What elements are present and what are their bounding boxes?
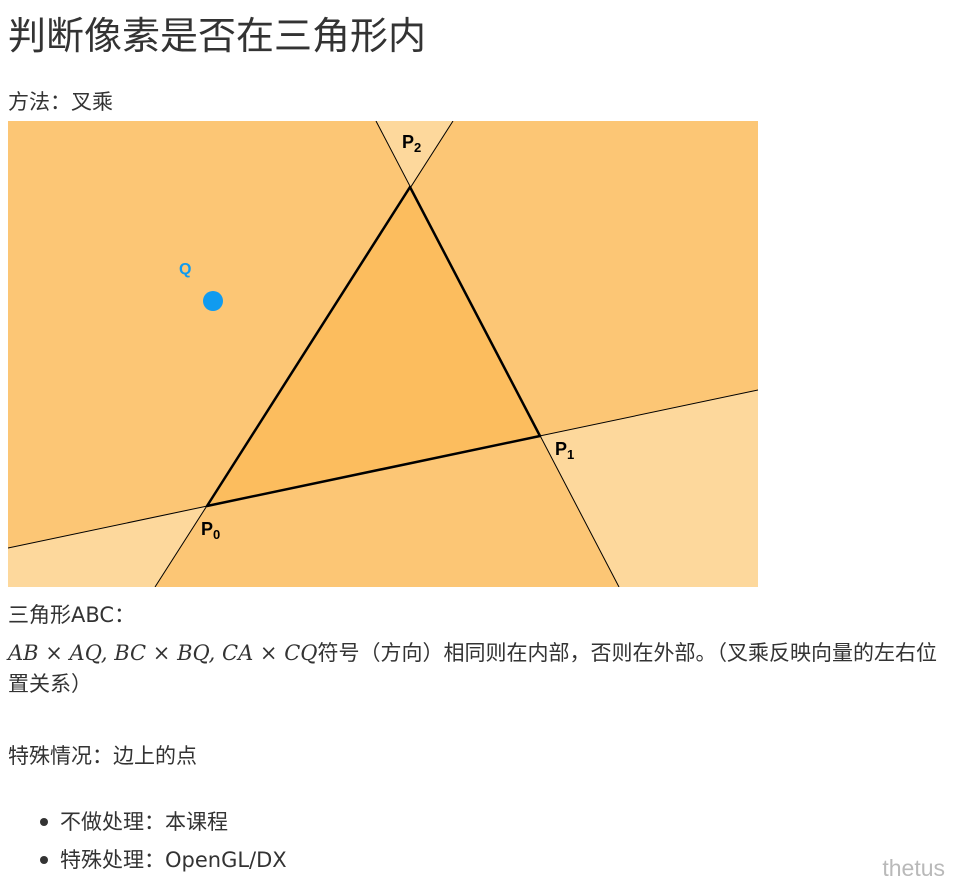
triangle-abc-label: 三角形ABC： bbox=[8, 603, 136, 627]
triangle-figure: Q P0 P1 P2 bbox=[8, 121, 758, 587]
list-item: 特殊处理：OpenGL/DX bbox=[34, 841, 287, 879]
bullet-icon bbox=[40, 818, 48, 826]
label-q: Q bbox=[179, 261, 191, 278]
cross-product-formula: AB × AQ, BC × BQ, CA × CQ符号（方向）相同则在内部，否则… bbox=[8, 638, 943, 700]
special-case-text: 特殊情况：边上的点 bbox=[8, 744, 197, 768]
formula-math: AB × AQ, BC × BQ, CA × CQ bbox=[8, 641, 318, 665]
method-text: 方法：叉乘 bbox=[8, 90, 113, 114]
list-item: 不做处理：本课程 bbox=[34, 803, 287, 841]
page-title: 判断像素是否在三角形内 bbox=[8, 14, 427, 58]
handling-list: 不做处理：本课程 特殊处理：OpenGL/DX bbox=[34, 803, 287, 879]
point-q bbox=[203, 291, 223, 311]
watermark: thetus bbox=[882, 855, 945, 881]
bullet-icon bbox=[40, 856, 48, 864]
